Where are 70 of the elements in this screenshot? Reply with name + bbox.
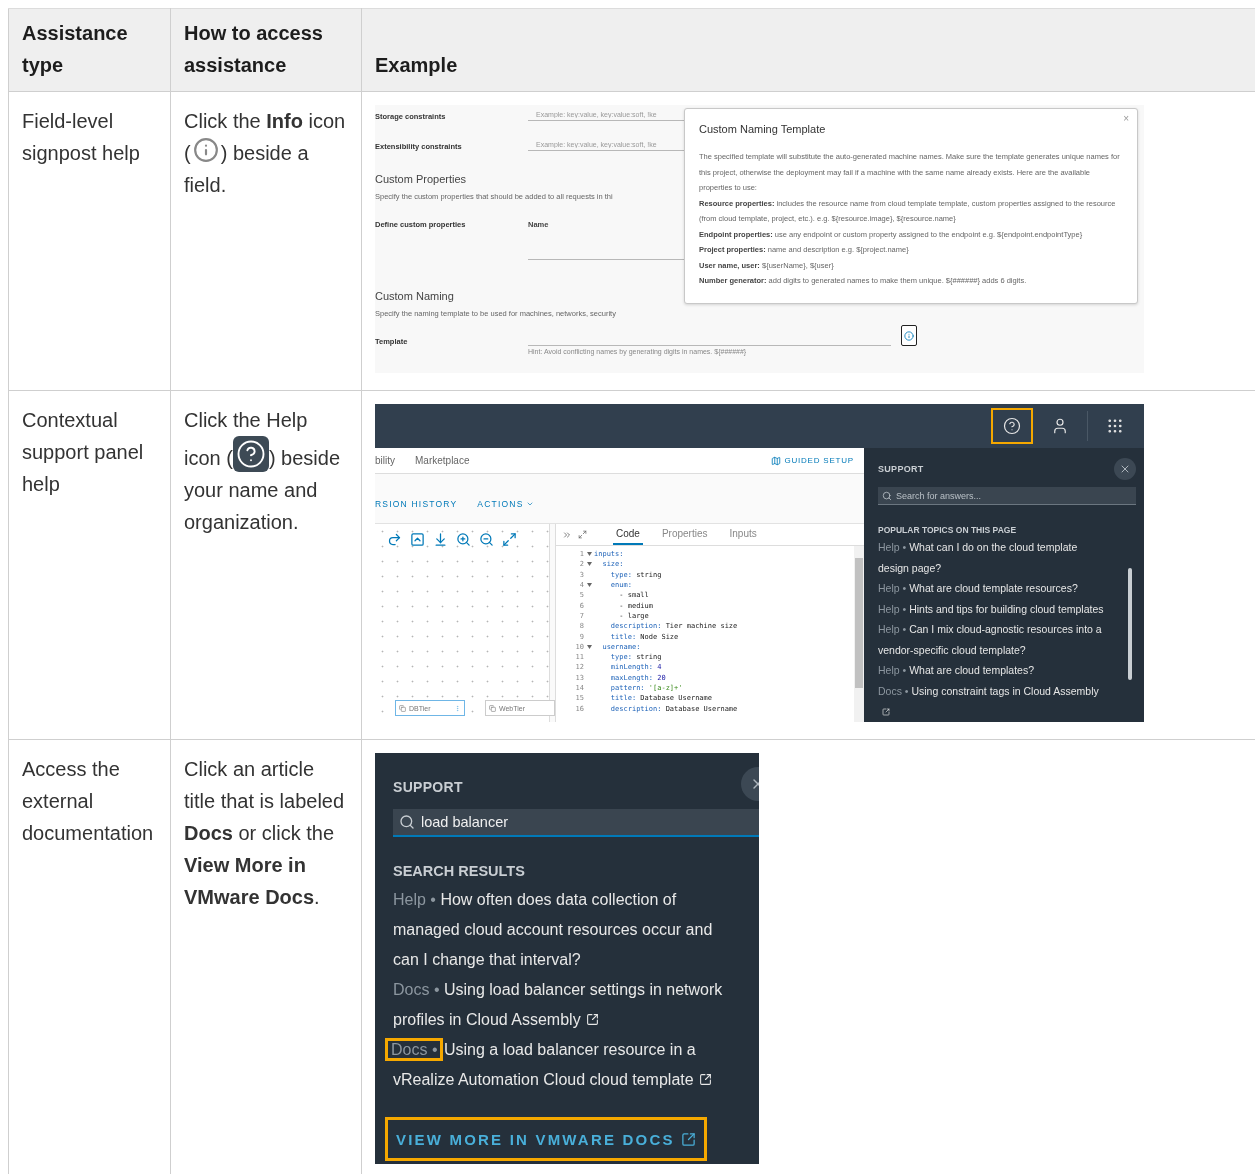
apps-icon (1106, 417, 1124, 435)
section-title: Custom Properties (375, 173, 468, 186)
fold-caret-icon[interactable] (586, 562, 592, 567)
nav-link[interactable]: Marketplace (415, 455, 470, 466)
search-icon (399, 814, 415, 830)
help-topic-link[interactable]: Help • What can I do on the cloud template design page? (878, 537, 1122, 578)
help-topic-link[interactable]: Help • Can I mix cloud-agnostic resources into a vendor-specific cloud template? (878, 619, 1122, 660)
popover-title: Custom Naming Template (699, 123, 827, 135)
expand-icon[interactable] (578, 530, 587, 539)
external-link-icon (882, 708, 890, 716)
zoom-in-icon[interactable] (456, 531, 471, 547)
search-box[interactable]: load balancer (393, 809, 759, 837)
external-link-icon (680, 1131, 696, 1147)
help-button[interactable] (991, 408, 1033, 444)
panel-title: SUPPORT (393, 779, 463, 795)
instruction-text: Click the Help icon ( ) beside your name and organization. (184, 408, 342, 535)
search-box[interactable]: Search for answers... (878, 487, 1136, 505)
table-cell-text: Field-level signpost help (22, 109, 141, 166)
table-cell-text: Access the external documentation (22, 757, 155, 846)
action-link[interactable]: RSION HISTORY (375, 499, 458, 509)
redo-icon[interactable] (387, 531, 402, 547)
stacked-squares-icon (399, 704, 406, 712)
nav-link[interactable]: bility (375, 455, 395, 466)
help-topic-link[interactable]: Help • Hints and tips for building cloud templates (878, 598, 1122, 619)
zoom-out-icon[interactable] (479, 531, 494, 547)
fold-caret-icon[interactable] (586, 552, 592, 557)
stacked-squares-icon (489, 704, 496, 712)
info-icon (904, 330, 914, 341)
search-field[interactable]: load balancer (421, 814, 759, 830)
search-result-link[interactable]: Docs • Using a load balancer resource in a vRealize Automation Cloud cloud template (385, 1035, 759, 1095)
map-icon (771, 455, 782, 466)
expand-icon[interactable] (502, 531, 517, 547)
info-icon (192, 137, 219, 163)
search-result-link[interactable]: Docs • Using load balancer settings in network profiles in Cloud Assembly (385, 975, 759, 1035)
panel-title: SUPPORT (878, 464, 924, 474)
guided-setup-link[interactable]: GUIDED SETUP (771, 455, 854, 466)
help-icon (232, 436, 269, 472)
action-link[interactable]: ACTIONS (477, 499, 534, 509)
section-heading: SEARCH RESULTS (393, 863, 526, 879)
editor-tab[interactable]: Properties (658, 524, 711, 545)
view-more-link[interactable]: VIEW MORE IN VMWARE DOCS (385, 1117, 707, 1161)
info-button[interactable] (901, 325, 917, 346)
instruction-text: Click an article title that is labeled Docs or click the View More in VMware Docs. (184, 757, 346, 910)
download-icon[interactable] (433, 531, 448, 547)
instruction-text: Click the Info icon ( ) beside a field. (184, 109, 347, 198)
section-heading: POPULAR TOPICS ON THIS PAGE (878, 525, 1018, 535)
editor-tab[interactable]: Inputs (726, 524, 760, 545)
source-label: Help • (393, 891, 436, 908)
source-label: Docs • (388, 1041, 440, 1058)
editor-tab[interactable]: Code (613, 524, 643, 545)
search-icon (882, 490, 892, 501)
caret-icon (525, 500, 534, 508)
fold-caret-icon[interactable] (586, 644, 592, 649)
close-icon (1119, 463, 1131, 475)
column-header: How to access assistance (170, 8, 362, 92)
fold-caret-icon[interactable] (586, 583, 592, 588)
close-button[interactable] (1114, 458, 1136, 480)
search-field[interactable]: Search for answers... (896, 490, 1132, 501)
help-icon (1003, 417, 1021, 435)
source-label: Docs • (393, 981, 440, 998)
help-topic-link[interactable]: Docs • Using constraint tags in Cloud Assembly (878, 680, 1122, 722)
chevron-box-icon[interactable] (410, 531, 425, 547)
table-cell-text: Contextual support panel help (22, 408, 145, 497)
column-header: Example (361, 8, 1255, 92)
user-icon (1051, 417, 1069, 435)
help-topic-link[interactable]: Help • What are cloud templates? (878, 660, 1122, 681)
section-title: Custom Naming (375, 290, 455, 303)
search-result-link[interactable]: Help • How often does data collection of managed cloud account resources occur and can I change that interval? (385, 885, 759, 975)
help-topic-link[interactable]: Help • What are cloud template resources? (878, 578, 1122, 599)
column-header: Assistance type (8, 8, 171, 92)
